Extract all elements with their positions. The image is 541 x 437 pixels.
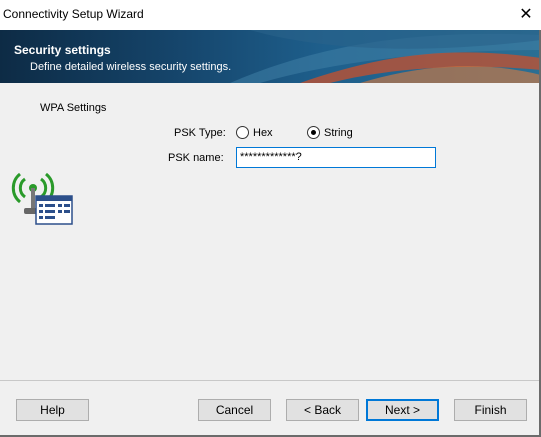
finish-button[interactable]: Finish [454, 399, 527, 421]
header-title: Security settings [14, 43, 111, 57]
psk-type-label: PSK Type: [174, 127, 226, 139]
title-bar: Connectivity Setup Wizard ✕ [0, 0, 541, 30]
header-banner: Security settings Define detailed wirele… [0, 30, 541, 83]
radio-hex-label[interactable]: Hex [253, 127, 273, 139]
radio-hex[interactable] [236, 126, 249, 139]
radio-string[interactable] [307, 126, 320, 139]
footer-separator [0, 380, 541, 381]
back-button[interactable]: < Back [286, 399, 359, 421]
next-button[interactable]: Next > [366, 399, 439, 421]
cancel-button[interactable]: Cancel [198, 399, 271, 421]
psk-name-input[interactable]: *************? [236, 147, 436, 168]
wpa-settings-label: WPA Settings [40, 102, 107, 114]
wireless-settings-icon [11, 172, 73, 225]
header-subtitle: Define detailed wireless security settin… [30, 61, 232, 73]
window-title: Connectivity Setup Wizard [3, 7, 144, 21]
help-button[interactable]: Help [16, 399, 89, 421]
radio-string-label[interactable]: String [324, 127, 353, 139]
psk-name-label: PSK name: [168, 152, 224, 164]
close-icon[interactable]: ✕ [511, 0, 541, 30]
